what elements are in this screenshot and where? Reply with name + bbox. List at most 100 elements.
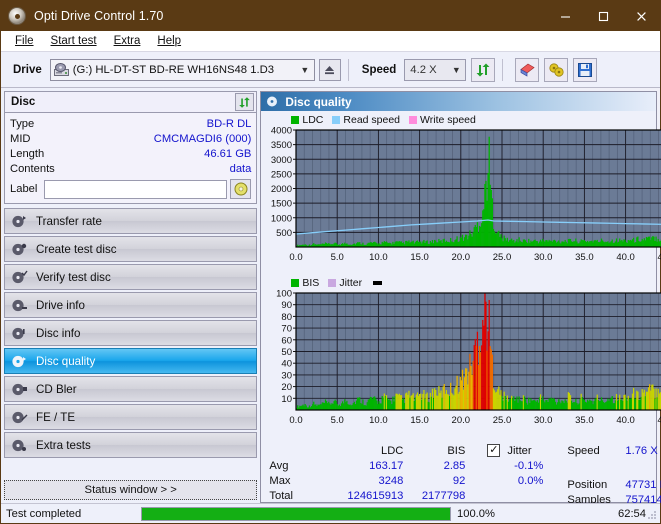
svg-text:30: 30 [282,370,293,381]
progress-bar [141,506,451,521]
refresh-icon [476,63,490,76]
status-window-button[interactable]: Status window > > [4,480,258,500]
ldc-chart: 50010001500200025003000350040002 X4 X6 X… [263,126,661,276]
stats-avg-bis: 2.85 [443,459,466,472]
progress-bar-fill [142,507,450,520]
stats-max-bis: 92 [452,474,466,487]
menu-label-file: File [15,35,34,47]
disc-fete-icon [11,410,28,425]
sidebar-label-drive-info: Drive info [36,298,85,312]
sidebar-label-create-test-disc: Create test disc [36,242,117,256]
menu-item-help[interactable]: Help [149,33,190,49]
stats-header-bis: BIS [447,444,466,457]
maximize-button[interactable] [584,1,622,31]
disc-mid-value: CMCMAGDI6 (000) [153,132,252,145]
sidebar-label-disc-info: Disc info [36,326,81,340]
svg-text:30.0: 30.0 [534,415,553,426]
progress-percent: 100.0% [457,507,495,520]
svg-text:3500: 3500 [271,140,292,151]
readout-row-speed: Speed 1.76 X [567,443,661,458]
eject-button[interactable] [318,58,341,81]
disc-contents-value: data [229,162,252,175]
menu-item-start-test[interactable]: Start test [43,33,106,49]
drive-select[interactable]: (G:) HL-DT-ST BD-RE WH16NS48 1.D3 ▼ [49,58,315,81]
disc-mid-label: MID [10,132,31,145]
minimize-button[interactable] [546,1,584,31]
jitter-checkbox[interactable]: ✓ [487,444,501,457]
legend-label-jitter: Jitter [339,276,363,289]
svg-text:0.0: 0.0 [290,415,303,426]
window-controls [546,1,660,31]
disc-info-icon [11,326,28,341]
save-button[interactable] [573,57,598,82]
refresh-button[interactable] [471,57,496,82]
legend-swatch-jitter [328,278,337,287]
disc-drive-icon [11,298,28,313]
sidebar-item-disc-quality[interactable]: Disc quality [4,348,258,374]
status-window-label: Status window > > [84,484,177,496]
svg-text:40: 40 [282,359,293,370]
svg-text:35.0: 35.0 [576,252,595,263]
stats-row-label-avg: Avg [269,459,289,472]
legend-entry-jitter: Jitter [328,277,362,289]
plug-button[interactable] [544,57,569,82]
bis-chart-legend: BIS Jitter [263,276,654,289]
jitter-toggle[interactable]: ✓ Jitter [487,444,532,457]
sidebar-item-disc-info[interactable]: Disc info [4,320,258,346]
disc-extra-icon [11,438,28,453]
sidebar-item-verify-test-disc[interactable]: Verify test disc [4,264,258,290]
ldc-chart-legend: LDC Read speed Write speed [263,113,654,126]
svg-text:500: 500 [277,228,293,239]
speed-select[interactable]: 4.2 X ▼ [404,58,467,81]
disc-bler-icon [11,382,28,397]
sidebar-item-drive-info[interactable]: Drive info [4,292,258,318]
disc-row-length: Length 46.61 GB [10,146,251,161]
chevron-down-icon: ▼ [451,64,461,75]
toolbar-separator-2 [502,58,504,81]
legend-swatch-read-speed [332,115,341,124]
sidebar-item-create-test-disc[interactable]: Create test disc [4,236,258,262]
svg-text:80: 80 [282,312,293,323]
svg-text:40.0: 40.0 [617,252,636,263]
speed-select-value: 4.2 X [410,63,437,76]
disc-verify-icon [11,270,28,285]
toolbar-separator-1 [347,58,349,81]
app-disc-icon [8,7,26,25]
disc-panel: Disc Type BD-R DL MID CMCMAGDI6 (000) Le… [4,91,258,204]
sidebar-item-cd-bler[interactable]: CD Bler [4,376,258,402]
nav-list: Transfer rate Create test disc Verify te… [4,208,258,458]
body: Disc Type BD-R DL MID CMCMAGDI6 (000) Le… [1,88,661,506]
charts-area: LDC Read speed Write speed 500 1000 1500 20… [261,111,661,514]
menu-label-extra: Extra [113,35,141,47]
bis-chart-svg: 1020304050607080901002%4%6%8%10%0.05.010… [277,289,661,426]
sidebar-item-extra-tests[interactable]: Extra tests [4,432,258,458]
main-panel-header: Disc quality [261,92,656,111]
sidebar-label-disc-quality: Disc quality [36,354,96,368]
svg-text:20.0: 20.0 [452,252,471,263]
svg-text:15.0: 15.0 [411,415,430,426]
drive-select-value: (G:) HL-DT-ST BD-RE WH16NS48 1.D3 [72,63,275,76]
disc-label-button[interactable] [230,179,252,199]
legend-swatch-ldc [291,115,300,124]
sidebar-label-fe-te: FE / TE [36,410,76,424]
menu-item-file[interactable]: File [7,33,43,49]
readout-row-position: Position 47731 MB [567,477,661,492]
disc-refresh-button[interactable] [235,93,255,111]
jitter-label: Jitter [507,444,532,457]
disc-length-value: 46.61 GB [204,147,252,160]
menu-item-extra[interactable]: Extra [106,33,150,49]
disc-label-input[interactable] [44,179,228,199]
ldc-chart-svg: 50010001500200025003000350040002 X4 X6 X… [271,126,661,263]
legend-entry-read-speed: Read speed [332,114,400,126]
sidebar-item-transfer-rate[interactable]: Transfer rate [4,208,258,234]
resize-grip-icon[interactable] [647,510,657,520]
stats-row-total: Total 124615913 2177798 [269,488,563,503]
sidebar-item-fe-te[interactable]: FE / TE [4,404,258,430]
plug-icon [549,62,564,77]
status-bar: Test completed 100.0% 62:54 [1,503,660,523]
readout-position-value: 47731 MB [625,478,661,491]
sidebar-label-cd-bler: CD Bler [36,382,77,396]
close-button[interactable] [622,1,660,31]
status-message: Test completed [6,507,82,520]
erase-button[interactable] [515,57,540,82]
